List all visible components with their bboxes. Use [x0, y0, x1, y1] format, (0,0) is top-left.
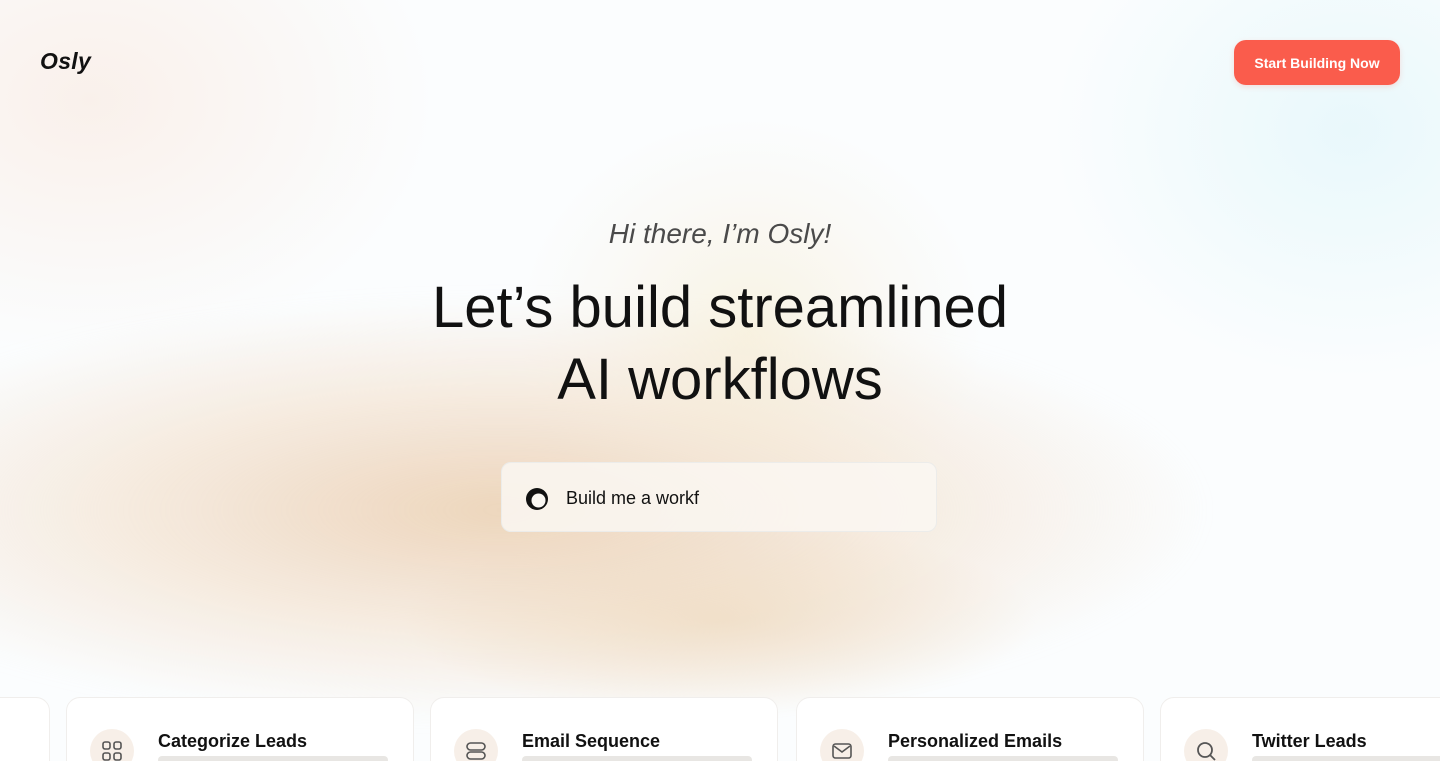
card-description — [888, 756, 1118, 761]
prompt-text: Build me a workf — [566, 488, 700, 508]
osly-logo-icon — [525, 487, 549, 511]
card-description — [158, 756, 388, 761]
search-icon — [1184, 729, 1228, 761]
grid-icon — [90, 729, 134, 761]
card-title: Categorize Leads — [158, 731, 308, 751]
template-card[interactable]: Categorize Leads — [66, 697, 414, 761]
card-title: Email Sequence — [522, 731, 661, 751]
template-cards: Categorize Leads Email Sequence Personal… — [0, 697, 1440, 761]
logo[interactable]: Osly — [40, 48, 91, 75]
card-description — [1252, 756, 1440, 761]
page: Osly Start Building Now Hi there, I’m Os… — [0, 0, 1440, 761]
database-icon — [454, 729, 498, 761]
card-description — [522, 756, 752, 761]
template-card-partial[interactable] — [0, 697, 50, 761]
mail-icon — [820, 729, 864, 761]
template-card[interactable]: Twitter Leads — [1160, 697, 1440, 761]
hero-greeting: Hi there, I’m Osly! — [608, 218, 832, 249]
background-gradient — [400, 520, 1040, 720]
template-card[interactable]: Email Sequence — [430, 697, 778, 761]
card-title: Twitter Leads — [1252, 731, 1367, 751]
prompt-input[interactable]: Build me a workf — [501, 462, 937, 532]
card-title: Personalized Emails — [888, 731, 1063, 751]
hero-headline: Let’s build streamlined AI workflows — [0, 272, 1440, 416]
headline-line-1: Let’s build streamlined — [431, 275, 1009, 340]
start-building-button[interactable]: Start Building Now — [1234, 40, 1400, 85]
template-card[interactable]: Personalized Emails — [796, 697, 1144, 761]
headline-line-2: AI workflows — [557, 347, 883, 412]
